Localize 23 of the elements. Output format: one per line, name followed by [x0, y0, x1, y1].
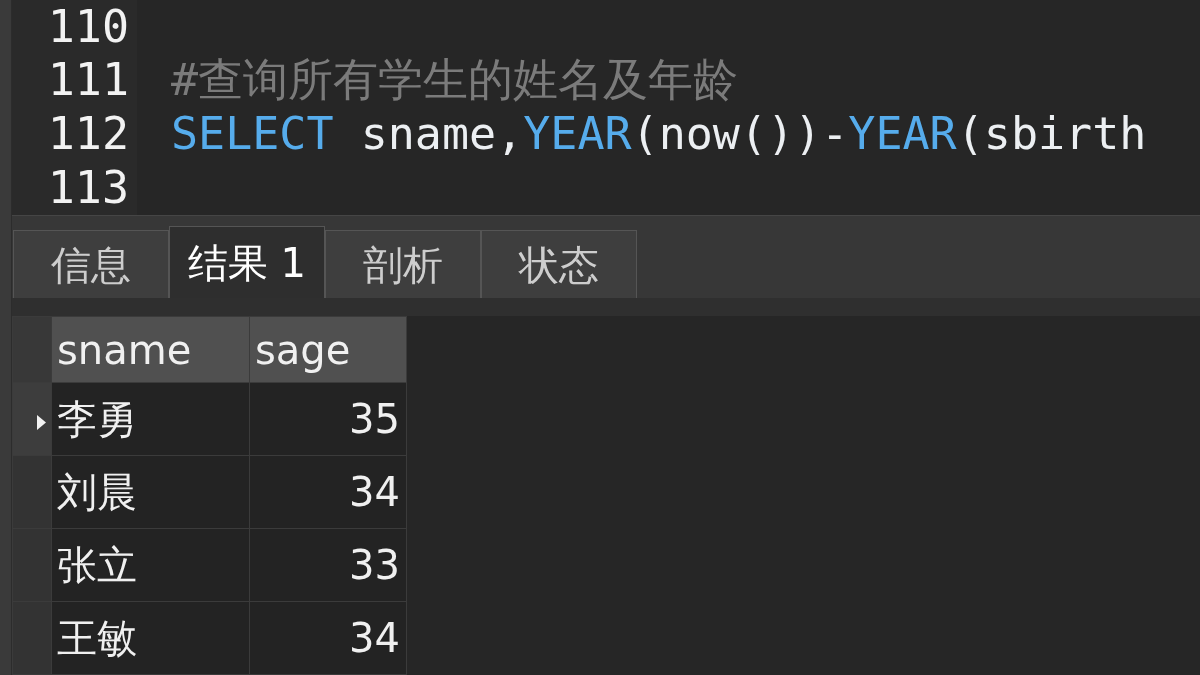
line-number: 110 — [46, 0, 129, 53]
table-cell: 33 — [249, 528, 407, 602]
column-header[interactable]: sname — [51, 316, 250, 383]
table-cell: 35 — [249, 382, 407, 456]
code-editor[interactable]: 110 111 112 113 #查询所有学生的姓名及年龄 SELECT sname,YEAR(now())-YEAR(sbirth — [12, 0, 1200, 217]
table-cell: 王敏 — [51, 601, 250, 675]
table-cell: 张立 — [51, 528, 250, 602]
table-cell: 李勇 — [51, 382, 250, 456]
table-cell: 刘晨 — [51, 455, 250, 529]
row-pointer-icon — [37, 414, 46, 430]
code-line: SELECT sname,YEAR(now())-YEAR(sbirth — [171, 107, 1148, 161]
code-line: #查询所有学生的姓名及年龄 — [171, 53, 740, 107]
table-cell: 34 — [249, 601, 407, 675]
result-tab[interactable]: 信息 — [13, 230, 169, 298]
column-header[interactable]: sage — [249, 316, 407, 383]
line-number: 112 — [46, 107, 129, 161]
line-number: 113 — [46, 161, 129, 215]
row-selector[interactable] — [12, 382, 52, 456]
table-cell: 34 — [249, 455, 407, 529]
line-number: 111 — [46, 53, 129, 107]
result-tab[interactable]: 结果 1 — [169, 226, 325, 298]
result-tab[interactable]: 剖析 — [325, 230, 481, 298]
result-tab[interactable]: 状态 — [481, 230, 637, 298]
